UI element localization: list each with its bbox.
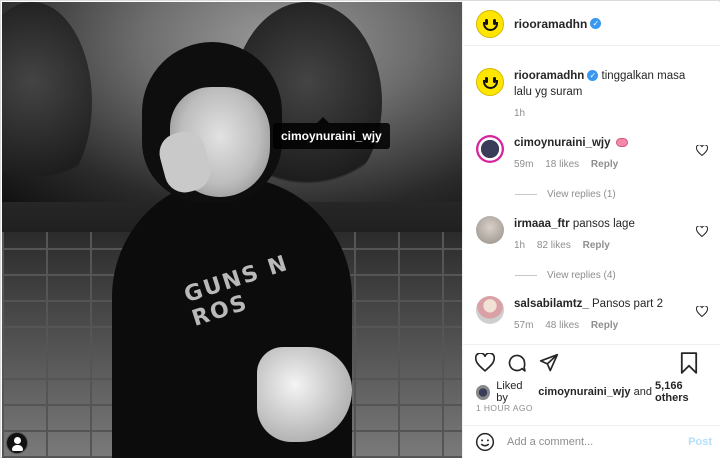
likes-joiner: and	[633, 386, 652, 398]
comment-item: salsabilamtz_ Pansos part 2 57m 48 likes…	[476, 296, 708, 331]
author-username[interactable]: riooramadhn	[514, 17, 587, 31]
commenter-avatar[interactable]	[476, 216, 504, 244]
author-avatar[interactable]	[476, 9, 504, 38]
comment-username[interactable]: salsabilamtz_	[514, 298, 589, 310]
likes-prefix: Liked by	[496, 380, 523, 404]
post-comment-button[interactable]: Post	[688, 436, 712, 448]
reply-button[interactable]: Reply	[591, 159, 618, 170]
action-bar	[463, 344, 720, 380]
commenter-avatar[interactable]	[476, 135, 504, 163]
comment-text: Pansos part 2	[592, 298, 663, 310]
brain-emoji-icon	[615, 138, 628, 148]
comment-username[interactable]: irmaaa_ftr	[514, 218, 570, 230]
comment-text: pansos lage	[572, 218, 635, 230]
caption-time: 1h	[514, 108, 526, 119]
comment-item: irmaaa_ftr pansos lage 1h 82 likes Reply	[476, 216, 708, 251]
reply-button[interactable]: Reply	[591, 320, 618, 331]
comment-time: 1h	[514, 240, 526, 251]
commenter-avatar[interactable]	[476, 296, 504, 324]
verified-icon: ✓	[590, 17, 602, 29]
comment-icon[interactable]	[507, 353, 527, 373]
heart-icon[interactable]	[696, 145, 708, 156]
post-timestamp[interactable]: 1 HOUR AGO	[476, 403, 533, 413]
reply-button[interactable]: Reply	[583, 240, 610, 251]
comment-likes[interactable]: 18 likes	[545, 159, 579, 170]
add-comment-input[interactable]	[507, 436, 677, 448]
bookmark-icon[interactable]	[680, 352, 698, 374]
smile-icon[interactable]	[475, 432, 495, 452]
comment-likes[interactable]: 48 likes	[545, 320, 579, 331]
likes-summary: Liked by cimoynuraini_wjy and 5,166 othe…	[476, 380, 716, 404]
photo-user-tag[interactable]: cimoynuraini_wjy	[273, 117, 390, 149]
add-comment-bar: Post	[463, 425, 720, 458]
post-header: riooramadhn ✓	[463, 2, 720, 46]
comment-likes[interactable]: 82 likes	[537, 240, 571, 251]
instagram-post: GUNS N ROS cimoynuraini_wjy riooramadhn ✓	[0, 0, 720, 458]
liker-username[interactable]: cimoynuraini_wjy	[538, 386, 630, 398]
heart-icon[interactable]	[696, 306, 708, 317]
likes-others[interactable]: 5,166 others	[655, 380, 716, 404]
liker-avatar[interactable]	[476, 384, 491, 400]
comment-time: 57m	[514, 320, 534, 331]
share-icon[interactable]	[539, 353, 559, 373]
view-replies-button[interactable]: View replies (4)	[515, 270, 616, 281]
heart-icon[interactable]	[475, 353, 495, 372]
comment-item: cimoynuraini_wjy 59m 18 likes Reply	[476, 135, 708, 170]
post-side-panel: riooramadhn ✓ riooramadhn ✓ tinggalkan mas…	[462, 2, 720, 458]
heart-icon[interactable]	[696, 226, 708, 237]
caption-author-avatar[interactable]	[476, 68, 504, 96]
post-photo[interactable]: GUNS N ROS cimoynuraini_wjy	[2, 2, 462, 458]
view-replies-button[interactable]: View replies (1)	[515, 189, 616, 200]
caption: riooramadhn ✓ tinggalkan masa lalu yg sur…	[476, 68, 708, 119]
comment-time: 59m	[514, 159, 534, 170]
caption-username[interactable]: riooramadhn	[514, 70, 584, 82]
comments-list: riooramadhn ✓ tinggalkan masa lalu yg sur…	[463, 46, 720, 344]
comment-username[interactable]: cimoynuraini_wjy	[514, 137, 611, 149]
user-tag-icon[interactable]	[6, 432, 28, 454]
verified-icon: ✓	[587, 70, 599, 82]
